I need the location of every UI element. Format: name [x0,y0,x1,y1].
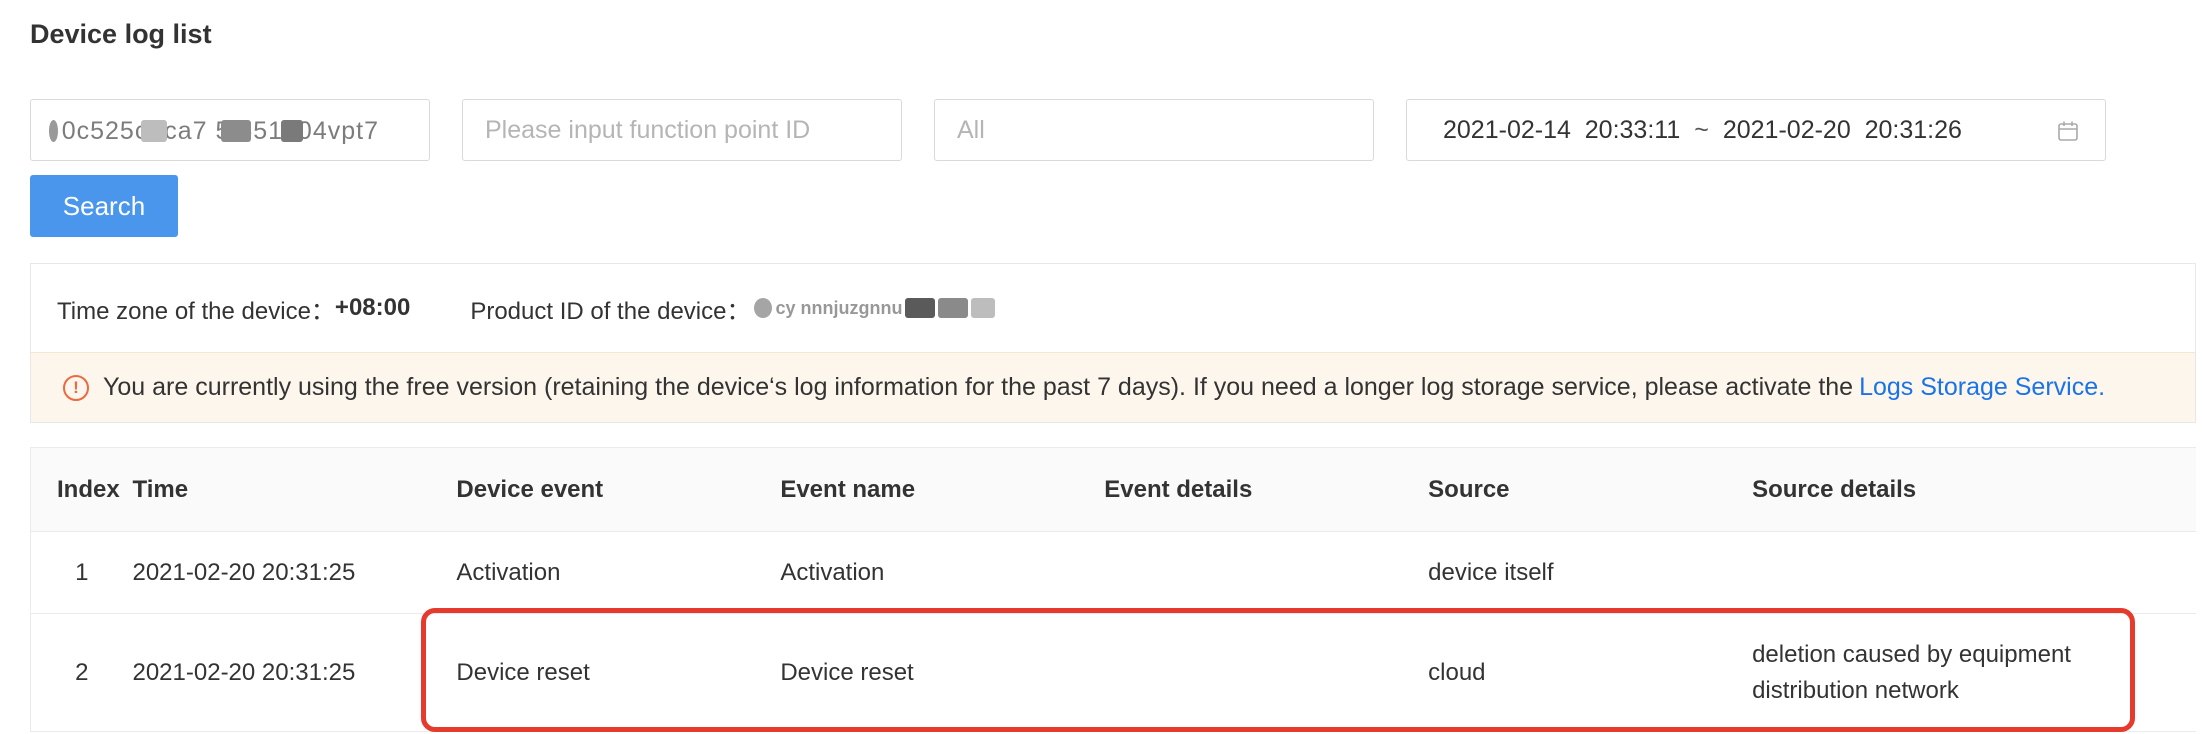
event-type-select[interactable]: All [934,99,1374,161]
search-button[interactable]: Search [30,175,178,237]
timezone-label: Time zone of the device： [57,297,335,325]
mask-block [905,298,936,318]
mask-block [938,298,969,318]
cell-event-details [1104,613,1429,732]
column-header-source: Source [1428,447,1753,532]
cell-event-name: Activation [780,531,1105,614]
date-separator: ~ [1694,115,1709,144]
masked-device-id: 0c525c fca7 5t651a04vpt7 [49,118,379,144]
date-end[interactable]: 2021-02-20 20:31:26 [1723,116,1962,145]
date-range-picker[interactable]: 2021-02-14 20:33:11 ~ 2021-02-20 20:31:2… [1406,99,2106,161]
product-id-label: Product ID of the device： [470,297,751,325]
column-header-index: Index [30,447,133,532]
device-info-row: Time zone of the device： +08:00 Product … [57,290,996,326]
table-row: 1 2021-02-20 20:31:25 Activation Activat… [30,531,2196,614]
cell-device-event: Device reset [456,613,781,732]
function-point-input-box[interactable] [462,99,902,161]
table-header-row: Index Time Device event Event name Event… [30,447,2196,532]
mask-block [141,120,167,142]
mask-block [971,298,996,318]
mask-block [49,120,58,142]
column-header-event-details: Event details [1104,447,1429,532]
cell-index: 1 [30,531,133,614]
device-id-input[interactable]: 0c525c fca7 5t651a04vpt7 [30,99,430,161]
device-log-page: Device log list 0c525c fca7 5t651a04vpt7… [0,0,2202,734]
device-log-table: Index Time Device event Event name Event… [30,447,2196,732]
cell-event-name: Device reset [780,613,1105,732]
calendar-icon[interactable] [2057,120,2079,142]
warning-circle-icon: ! [63,374,89,401]
column-header-source-details: Source details [1752,447,2196,532]
masked-product-id: cy nnnjuzgnnu [754,297,996,319]
mask-block [754,298,773,318]
storage-notice: ! You are currently using the free versi… [31,352,2195,422]
device-info-panel: Time zone of the device： +08:00 Product … [30,263,2196,423]
notice-text: You are currently using the free version… [103,373,1854,401]
mask-block [281,120,303,142]
cell-source-details: deletion caused by equipment distributio… [1752,613,2196,732]
product-id-text: cy nnnjuzgnnu [775,297,903,318]
cell-time: 2021-02-20 20:31:25 [132,531,457,614]
event-type-selected: All [957,115,985,144]
cell-event-details [1104,531,1429,614]
column-header-event-name: Event name [780,447,1105,532]
cell-source: cloud [1428,613,1753,732]
cell-device-event: Activation [456,531,781,614]
column-header-time: Time [132,447,457,532]
function-point-input[interactable] [463,100,901,160]
cell-source: device itself [1428,531,1753,614]
mask-block [221,120,251,142]
table-row: 2 2021-02-20 20:31:25 Device reset Devic… [30,613,2196,732]
timezone-value: +08:00 [334,294,411,321]
cell-time: 2021-02-20 20:31:25 [132,613,457,732]
column-header-device-event: Device event [456,447,781,532]
cell-index: 2 [30,613,133,732]
page-title: Device log list [30,19,212,49]
logs-storage-service-link[interactable]: Logs Storage Service. [1859,373,2105,402]
cell-source-details [1752,531,2196,614]
date-start[interactable]: 2021-02-14 20:33:11 [1443,116,1680,145]
